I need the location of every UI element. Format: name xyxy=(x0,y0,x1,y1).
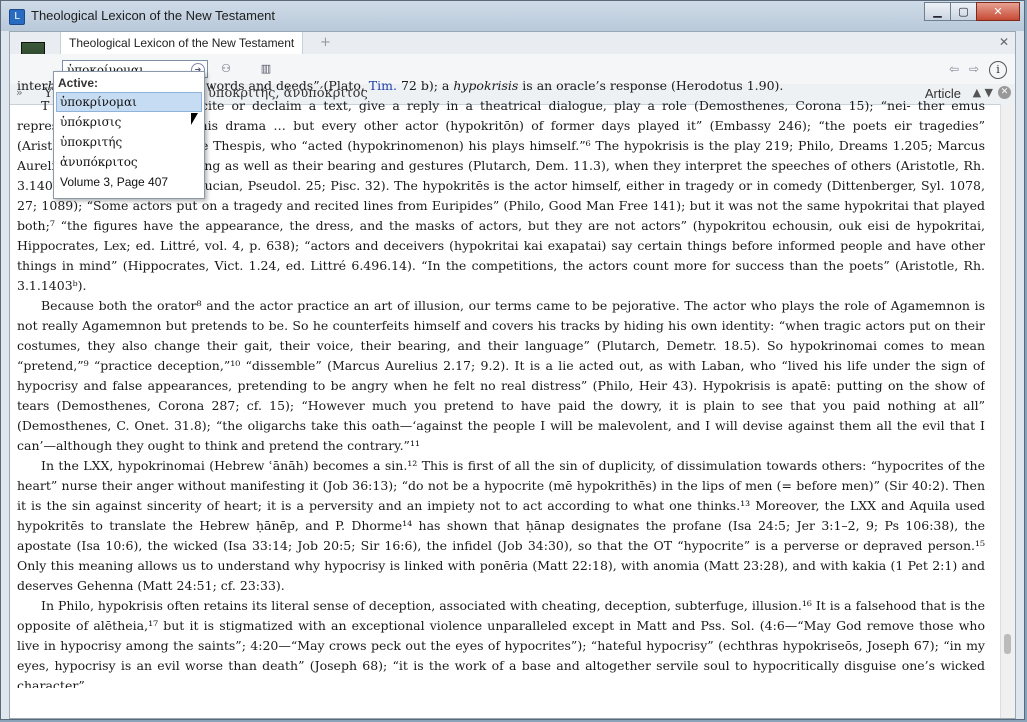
window-title: Theological Lexicon of the New Testament xyxy=(31,8,276,23)
suggestion-item[interactable]: ὑποκρίνομαι xyxy=(56,92,202,112)
info-icon[interactable]: i xyxy=(989,61,1007,79)
clear-location-icon[interactable]: ✕ xyxy=(998,86,1011,99)
tab-lexicon[interactable]: Theological Lexicon of the New Testament xyxy=(60,32,304,54)
app-logo-icon: L xyxy=(9,9,25,25)
tab-row: Theological Lexicon of the New Testament… xyxy=(10,32,1015,55)
title-bar[interactable]: L Theological Lexicon of the New Testame… xyxy=(1,1,1024,31)
vertical-scrollbar[interactable] xyxy=(1000,104,1015,718)
window-controls: ▁ ▢ ✕ xyxy=(924,2,1020,21)
mouse-pointer-icon xyxy=(191,113,198,125)
panel-close-icon[interactable]: ✕ xyxy=(999,35,1009,49)
suggestion-item[interactable]: ὑπόκρισις xyxy=(54,112,204,132)
forward-arrow-icon[interactable]: ⇨ xyxy=(969,62,979,76)
panel-menu-icon[interactable]: ▥ xyxy=(258,62,274,76)
suggestion-item[interactable]: ὑποκριτής xyxy=(54,132,204,152)
suggestion-item-page[interactable]: Volume 3, Page 407 xyxy=(54,172,204,192)
parallel-resources-icon[interactable]: ⚇ xyxy=(218,62,234,76)
back-arrow-icon[interactable]: ⇦ xyxy=(949,62,959,76)
close-button[interactable]: ✕ xyxy=(976,2,1020,21)
add-tab-button[interactable]: + xyxy=(320,35,331,50)
minimize-button[interactable]: ▁ xyxy=(924,2,951,21)
search-suggestions-dropdown: Active: ὑποκρίνομαι ὑπόκρισις ὑποκριτής … xyxy=(53,71,205,199)
suggestion-item[interactable]: ἀνυπόκριτος xyxy=(54,152,204,172)
dropdown-header: Active: xyxy=(58,76,99,90)
app-window: L Theological Lexicon of the New Testame… xyxy=(0,0,1025,720)
ref-link[interactable]: Tim. xyxy=(369,78,397,93)
paragraph-3: Because both the orator⁸ and the actor p… xyxy=(17,298,985,453)
maximize-button[interactable]: ▢ xyxy=(950,2,977,21)
paragraph-4: In the LXX, hypokrinomai (Hebrew ʿānāh) … xyxy=(17,458,985,593)
scroll-thumb[interactable] xyxy=(1004,634,1011,654)
paragraph-5: In Philo, hypokrisis often retains its l… xyxy=(17,598,985,688)
